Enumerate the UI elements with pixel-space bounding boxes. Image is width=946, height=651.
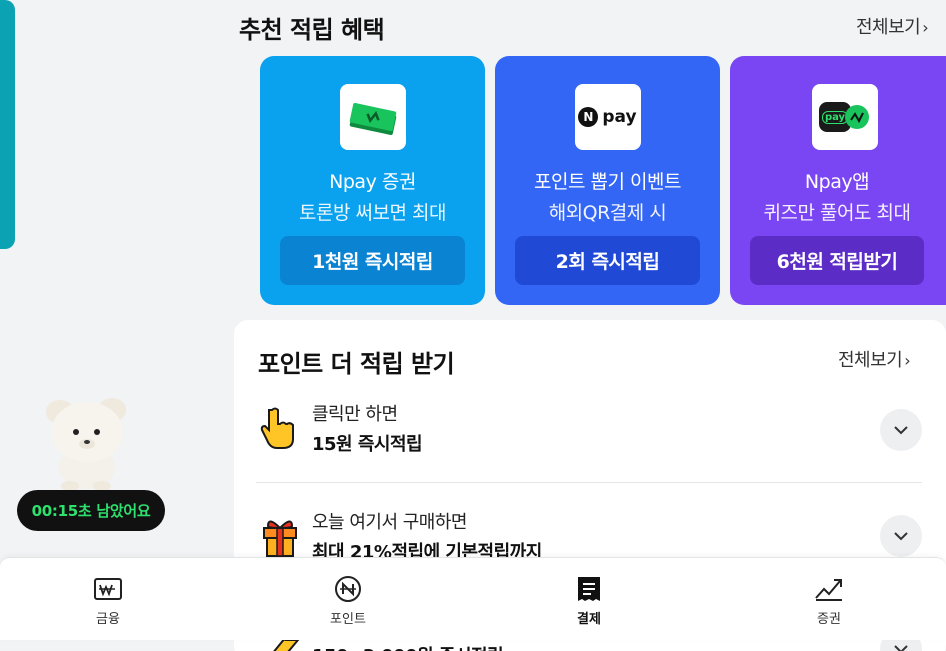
npay-logo-text: pay [602,107,637,127]
payment-icon [573,574,605,604]
nav-item-payment[interactable]: 결제 [549,574,629,627]
money-stack-icon [339,84,406,150]
expand-button[interactable] [880,409,922,451]
chevron-right-icon: › [904,351,911,370]
reward-card-npay-app[interactable]: pay Npay앱 퀴즈만 풀어도 최대 6천원 적립받기 [730,56,946,305]
bottom-nav: 금융 포인트 결제 증권 [0,557,946,640]
finance-icon [92,574,124,604]
chevron-down-icon [894,426,908,435]
item-line1: 클릭만 하면 [312,404,398,425]
points-title: 포인트 더 적립 받기 [258,350,455,378]
point-icon [332,574,364,604]
item-line2: 150~3,000원 즉시적립 [312,642,504,651]
view-all-label: 전체보기 [856,17,921,38]
gift-icon [260,514,300,558]
points-view-all-link[interactable]: 전체보기 › [838,346,911,372]
reward-card-point-draw[interactable]: N pay 포인트 뽑기 이벤트 해외QR결제 시 2회 즉시적립 [495,56,720,305]
nav-item-point[interactable]: 포인트 [308,574,388,627]
nav-item-stock[interactable]: 증권 [789,574,869,627]
nav-label: 금융 [96,612,120,627]
card-action-button[interactable]: 2회 즉시적립 [515,236,700,285]
recommend-view-all-link[interactable]: 전체보기 › [856,13,929,39]
card-action-button[interactable]: 1천원 즉시적립 [280,236,465,285]
expand-button[interactable] [880,515,922,557]
nav-label: 포인트 [330,612,366,627]
card-title: 포인트 뽑기 이벤트 [534,171,681,193]
card-title: Npay 증권 [329,171,416,193]
nav-label: 결제 [577,612,601,627]
card-peek[interactable] [0,0,15,249]
nav-label: 증권 [817,612,841,627]
stock-icon [813,574,845,604]
item-line2: 15원 즉시적립 [312,434,423,455]
npay-badge: N [578,107,599,127]
divider [256,482,922,483]
bear-mascot-icon[interactable] [42,392,132,492]
pointing-hand-icon [260,406,300,450]
card-subtitle: 토론방 써보면 최대 [299,202,446,224]
chevron-right-icon: › [922,18,929,37]
chevron-down-icon [894,532,908,541]
nav-item-finance[interactable]: 금융 [68,574,148,627]
chevron-down-icon [894,645,908,651]
points-item[interactable]: 클릭만 하면 15원 즉시적립 [256,400,922,470]
view-all-label: 전체보기 [838,350,903,371]
card-subtitle: 해외QR결제 시 [548,202,667,224]
card-title: Npay앱 [804,171,870,193]
timer-badge: 00:15초 남았어요 [17,490,165,531]
card-action-button[interactable]: 6천원 적립받기 [750,236,924,285]
card-subtitle: 퀴즈만 풀어도 최대 [763,202,911,224]
npay-logo-icon: N pay [574,84,641,150]
item-line1: 오늘 여기서 구매하면 [312,512,467,533]
npay-app-icon: pay [812,84,878,150]
recommend-title: 추천 적립 혜택 [239,16,385,44]
reward-card-npay-stock[interactable]: Npay 증권 토론방 써보면 최대 1천원 즉시적립 [260,56,485,305]
